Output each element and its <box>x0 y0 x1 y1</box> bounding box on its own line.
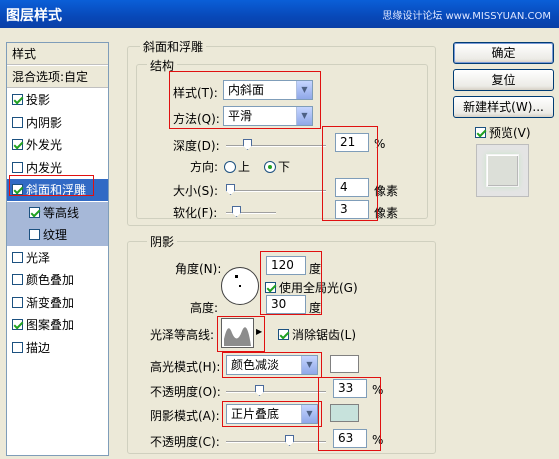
highlight-box-style-method <box>169 71 321 129</box>
sidebar-item-label: 等高线 <box>43 205 80 220</box>
bevel-group-title: 斜面和浮雕 <box>140 38 207 55</box>
sidebar-item-label: 颜色叠加 <box>26 273 75 287</box>
checkbox-unchecked-icon[interactable] <box>12 161 23 173</box>
altitude-label: 高度: <box>190 301 219 315</box>
sidebar-item-11[interactable]: 描边 <box>7 337 108 359</box>
sidebar-item-label: 内阴影 <box>26 115 63 130</box>
opacity2-slider[interactable] <box>226 441 326 443</box>
checkbox-checked-icon[interactable] <box>12 139 23 150</box>
checkbox-unchecked-icon[interactable] <box>12 341 23 353</box>
highlight-box-opacity <box>318 377 381 451</box>
gloss-contour-label: 光泽等高线: <box>150 328 215 342</box>
checkbox-checked-icon[interactable] <box>12 319 23 330</box>
radio-off-icon[interactable] <box>224 161 236 173</box>
checkbox-unchecked-icon[interactable] <box>12 274 23 285</box>
soften-label: 软化(F): <box>173 206 218 220</box>
sidebar-item-8[interactable]: 颜色叠加 <box>7 269 108 291</box>
checkbox-unchecked-icon[interactable] <box>12 116 23 128</box>
size-slider[interactable] <box>226 190 326 192</box>
watermark: 思缘设计论坛 www.MISSYUAN.COM <box>382 11 551 22</box>
new-style-button[interactable]: 新建样式(W)... <box>453 96 554 118</box>
sidebar-item-6[interactable]: 纹理 <box>7 224 108 246</box>
size-label: 大小(S): <box>173 184 219 198</box>
sidebar-item-label: 光泽 <box>26 250 51 265</box>
highlight-box-bevel <box>9 175 94 196</box>
radio-on-icon[interactable] <box>264 161 276 173</box>
checkbox-unchecked-icon[interactable] <box>12 296 23 308</box>
sidebar-item-1[interactable]: 内阴影 <box>7 112 108 134</box>
checkbox-checked-icon[interactable] <box>29 206 40 218</box>
style-preview-thumbnail <box>476 144 529 197</box>
angle-label: 角度(N): <box>175 262 222 276</box>
sidebar-item-5[interactable]: 等高线 <box>7 201 108 224</box>
highlight-box-contour <box>217 316 265 352</box>
sidebar-item-label: 图案叠加 <box>26 318 75 332</box>
highlight-box-highlight-mode <box>222 352 322 378</box>
checkbox-unchecked-icon[interactable] <box>12 251 23 263</box>
checkbox-unchecked-icon[interactable] <box>29 229 40 240</box>
checkbox-checked-icon[interactable] <box>475 127 486 138</box>
depth-slider[interactable] <box>226 145 326 147</box>
angle-dial-center <box>239 285 241 287</box>
direction-down-radio[interactable]: 下 <box>264 158 290 175</box>
sidebar-item-10[interactable]: 图案叠加 <box>7 314 108 336</box>
direction-label: 方向: <box>190 160 219 174</box>
opacity2-label: 不透明度(C): <box>150 435 220 449</box>
direction-up-radio[interactable]: 上 <box>224 158 250 175</box>
sidebar-item-label: 投影 <box>26 93 51 107</box>
sidebar-item-2[interactable]: 外发光 <box>7 134 108 156</box>
shadow-mode-label: 阴影模式(A): <box>150 409 220 423</box>
preview-checkbox[interactable]: 预览(V) <box>475 124 531 141</box>
checkbox-checked-icon[interactable] <box>12 94 23 105</box>
shading-title: 阴影 <box>147 233 178 250</box>
angle-dial[interactable] <box>221 267 259 305</box>
sidebar-item-label: 纹理 <box>43 228 68 242</box>
sidebar-item-label: 描边 <box>26 340 51 355</box>
styles-list: 样式 混合选项:自定 投影 内阴影 外发光 内发光 斜面和浮雕 等高线 纹理 光泽 颜色叠加 渐变… <box>6 42 109 456</box>
preview-label: 预览(V) <box>489 126 531 140</box>
direction-up-label: 上 <box>238 160 251 174</box>
highlight-mode-label: 高光模式(H): <box>150 360 221 374</box>
checkbox-checked-icon[interactable] <box>278 329 289 340</box>
sidebar-item-label: 渐变叠加 <box>26 295 75 310</box>
styles-header[interactable]: 样式 <box>7 43 108 65</box>
title-bar: 图层样式 思缘设计论坛 www.MISSYUAN.COM <box>0 0 559 28</box>
window-title: 图层样式 <box>6 8 62 24</box>
angle-dial-marker <box>235 275 238 278</box>
blend-options-item[interactable]: 混合选项:自定 <box>7 66 108 88</box>
direction-down-label: 下 <box>278 160 291 174</box>
opacity1-slider[interactable] <box>226 391 326 393</box>
sidebar-item-label: 内发光 <box>26 160 63 175</box>
sidebar-item-0[interactable]: 投影 <box>7 89 108 111</box>
reset-button[interactable]: 复位 <box>453 69 554 91</box>
ok-button[interactable]: 确定 <box>453 42 554 64</box>
antialias-checkbox[interactable]: 消除锯齿(L) <box>278 326 356 343</box>
highlight-color-swatch[interactable] <box>330 355 359 373</box>
depth-label: 深度(D): <box>173 139 220 153</box>
sidebar-item-label: 外发光 <box>26 138 63 152</box>
sidebar-item-9[interactable]: 渐变叠加 <box>7 292 108 314</box>
highlight-box-values <box>322 126 378 221</box>
preview-swatch <box>486 154 519 187</box>
highlight-box-shadow-mode <box>222 401 322 427</box>
opacity1-label: 不透明度(O): <box>150 385 221 399</box>
antialias-label: 消除锯齿(L) <box>292 328 357 342</box>
sidebar-item-7[interactable]: 光泽 <box>7 247 108 269</box>
highlight-box-angle <box>260 251 322 315</box>
